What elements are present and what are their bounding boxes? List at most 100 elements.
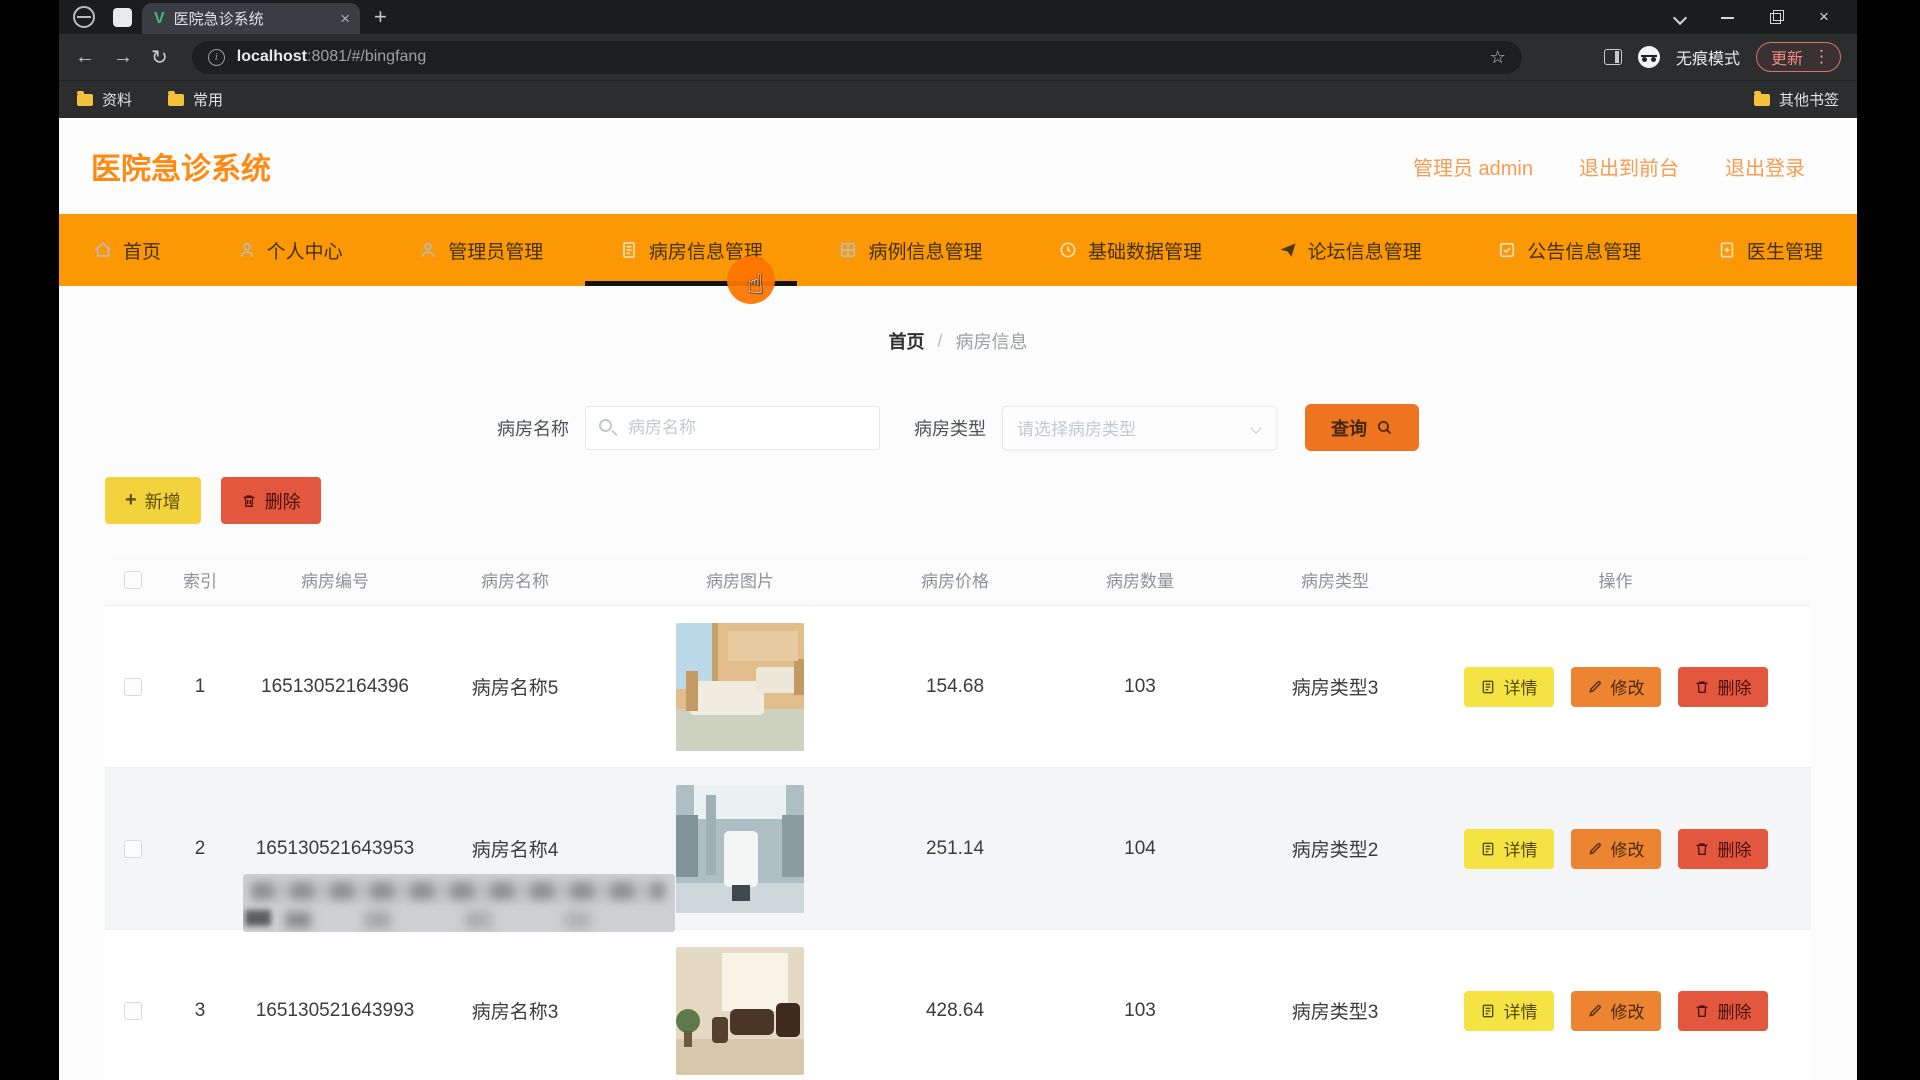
- browser-tab[interactable]: V 医院急诊系统 ×: [142, 3, 360, 34]
- trash-icon: [1694, 679, 1710, 695]
- user-icon: [237, 240, 257, 260]
- nav-item-home[interactable]: 首页: [89, 214, 165, 286]
- exit-to-front-link[interactable]: 退出到前台: [1579, 152, 1679, 181]
- bookmark-folder-changyong[interactable]: 常用: [168, 89, 223, 110]
- tab-group-icon[interactable]: [113, 8, 132, 27]
- menu-dots-icon[interactable]: ⋮: [1813, 47, 1830, 67]
- restore-button[interactable]: [1769, 10, 1783, 24]
- row-delete-button[interactable]: 删除: [1678, 829, 1768, 869]
- back-button[interactable]: ←: [75, 46, 95, 69]
- ward-name-label: 病房名称: [497, 415, 569, 441]
- document-icon: [1480, 679, 1496, 695]
- query-button[interactable]: 查询: [1305, 404, 1419, 451]
- update-button[interactable]: 更新 ⋮: [1756, 42, 1841, 72]
- other-bookmarks[interactable]: 其他书签: [1754, 89, 1839, 110]
- folder-icon: [77, 94, 93, 106]
- chevron-down-icon: [1250, 422, 1261, 433]
- home-icon: [93, 240, 113, 260]
- row-checkbox[interactable]: [124, 678, 142, 696]
- case-grid-icon: [838, 240, 858, 260]
- search-icon: [1376, 419, 1393, 436]
- vue-favicon: V: [154, 10, 165, 28]
- row-delete-label: 删除: [1718, 998, 1752, 1023]
- nav-label: 基础数据管理: [1088, 237, 1202, 264]
- nav-item-profile[interactable]: 个人中心: [233, 214, 347, 286]
- query-label: 查询: [1331, 415, 1367, 441]
- bookmark-star-icon[interactable]: ☆: [1490, 47, 1506, 68]
- cell-ward-code: 165130521643993: [240, 1000, 430, 1022]
- delete-button[interactable]: 删除: [221, 477, 321, 524]
- cell-ward-type: 病房类型2: [1250, 835, 1420, 862]
- cell-ward-name: 病房名称3: [430, 997, 600, 1024]
- ward-photo: [676, 785, 804, 913]
- site-title: 医院急诊系统: [91, 144, 271, 188]
- cell-ward-type: 病房类型3: [1250, 673, 1420, 700]
- ward-type-select[interactable]: 请选择病房类型: [1002, 406, 1277, 450]
- browser-globe-icon[interactable]: [73, 6, 95, 28]
- nav-label: 论坛信息管理: [1308, 237, 1422, 264]
- detail-button[interactable]: 详情: [1464, 667, 1554, 707]
- add-button[interactable]: + 新增: [105, 477, 201, 524]
- clock-icon: [1058, 240, 1078, 260]
- nav-label: 医生管理: [1747, 237, 1823, 264]
- edit-button[interactable]: 修改: [1571, 991, 1661, 1031]
- minimize-button[interactable]: [1721, 10, 1735, 24]
- nav-item-admin-mgmt[interactable]: 管理员管理: [414, 214, 547, 286]
- nav-item-forum-info-mgmt[interactable]: 论坛信息管理: [1274, 214, 1426, 286]
- edit-button[interactable]: 修改: [1571, 667, 1661, 707]
- bookmark-folder-ziliao[interactable]: 资料: [77, 89, 132, 110]
- table-row: 2 165130521643953 病房名称4: [105, 768, 1811, 930]
- col-ward-image: 病房图片: [600, 567, 880, 592]
- logout-link[interactable]: 退出登录: [1725, 152, 1805, 181]
- breadcrumb-separator: /: [937, 331, 942, 352]
- row-checkbox[interactable]: [124, 840, 142, 858]
- ward-name-input[interactable]: [585, 406, 880, 450]
- add-label: 新增: [145, 488, 181, 514]
- hand-cursor-icon: ☝: [747, 269, 763, 300]
- row-delete-button[interactable]: 删除: [1678, 667, 1768, 707]
- detail-button[interactable]: 详情: [1464, 991, 1554, 1031]
- row-delete-label: 删除: [1718, 836, 1752, 861]
- tab-search-chevron-icon[interactable]: [1673, 10, 1687, 24]
- browser-window: V 医院急诊系统 × + × ← → ↻ i localhost :8081/#…: [59, 0, 1857, 1080]
- pen-icon: [1587, 1003, 1603, 1019]
- ward-table: 索引 病房编号 病房名称 病房图片 病房价格 病房数量 病房类型 操作 1 16…: [105, 554, 1811, 1080]
- click-indicator: ☝: [727, 256, 775, 304]
- address-bar[interactable]: i localhost :8081/#/bingfang ☆: [192, 41, 1522, 74]
- reload-button[interactable]: ↻: [151, 45, 168, 70]
- new-tab-button[interactable]: +: [374, 4, 387, 30]
- col-ward-price: 病房价格: [880, 567, 1030, 592]
- row-delete-button[interactable]: 删除: [1678, 991, 1768, 1031]
- ward-file-icon: [619, 240, 639, 260]
- breadcrumb-home[interactable]: 首页: [888, 328, 924, 354]
- page-content: 首页 / 病房信息 病房名称 病房类型 请选择病房类型 查询: [59, 286, 1857, 1080]
- ward-photo: [676, 947, 804, 1075]
- bookmark-label: 资料: [102, 89, 132, 110]
- screen: V 医院急诊系统 × + × ← → ↻ i localhost :8081/#…: [0, 0, 1920, 1080]
- plus-icon: +: [125, 489, 137, 512]
- detail-button[interactable]: 详情: [1464, 829, 1554, 869]
- tab-close-icon[interactable]: ×: [340, 9, 350, 29]
- edit-label: 修改: [1611, 998, 1645, 1023]
- nav-item-base-data-mgmt[interactable]: 基础数据管理: [1054, 214, 1206, 286]
- row-checkbox[interactable]: [124, 1002, 142, 1020]
- breadcrumb-current: 病房信息: [956, 328, 1028, 354]
- nav-label: 个人中心: [267, 237, 343, 264]
- cell-ward-code: 16513052164396: [240, 676, 430, 698]
- select-all-checkbox[interactable]: [124, 571, 142, 589]
- col-ward-type: 病房类型: [1250, 567, 1420, 592]
- nav-item-case-info-mgmt[interactable]: 病例信息管理: [834, 214, 986, 286]
- edit-button[interactable]: 修改: [1571, 829, 1661, 869]
- tab-strip: V 医院急诊系统 × + ×: [59, 0, 1857, 34]
- nav-item-doctor-mgmt[interactable]: 医生管理: [1713, 214, 1827, 286]
- page-info-icon[interactable]: i: [208, 49, 225, 66]
- cell-ward-code: 165130521643953: [240, 838, 430, 860]
- forward-button[interactable]: →: [113, 46, 133, 69]
- side-panel-icon[interactable]: [1604, 49, 1622, 65]
- detail-label: 详情: [1504, 674, 1538, 699]
- close-button[interactable]: ×: [1817, 10, 1831, 24]
- nav-item-notice-info-mgmt[interactable]: 公告信息管理: [1493, 214, 1645, 286]
- current-user: 管理员 admin: [1413, 152, 1533, 181]
- col-ward-qty: 病房数量: [1030, 567, 1250, 592]
- pen-icon: [1587, 679, 1603, 695]
